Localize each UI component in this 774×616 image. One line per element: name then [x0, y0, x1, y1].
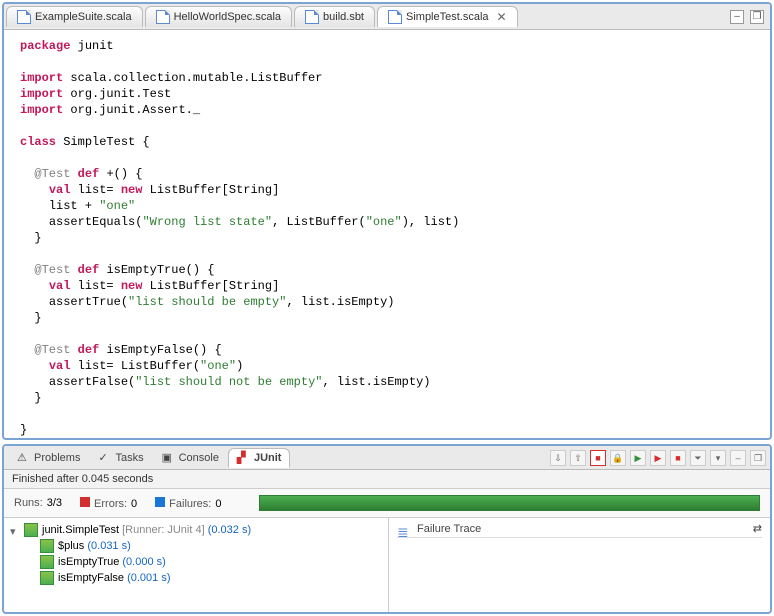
- tree-item[interactable]: isEmptyTrue (0.000 s): [10, 554, 382, 570]
- view-menu-icon[interactable]: ▾: [710, 450, 726, 466]
- show-failures-icon[interactable]: ■: [590, 450, 606, 466]
- tab-label: SimpleTest.scala: [406, 11, 489, 23]
- progress-bar: [259, 495, 760, 511]
- test-pass-icon: [40, 539, 54, 553]
- view-problems[interactable]: ⚠Problems: [8, 448, 89, 468]
- stack-icon: [397, 524, 411, 534]
- scroll-lock-icon[interactable]: 🔒: [610, 450, 626, 466]
- code-editor[interactable]: package junit import scala.collection.mu…: [4, 30, 770, 438]
- tab-label: ExampleSuite.scala: [35, 11, 132, 23]
- view-tab-bar: ⚠Problems ✓Tasks ▣Console ▞JUnit ⇩ ⇧ ■ 🔒…: [4, 446, 770, 470]
- tab-label: HelloWorldSpec.scala: [174, 11, 281, 23]
- file-icon: [156, 10, 170, 24]
- tab-examplesuite[interactable]: ExampleSuite.scala: [6, 6, 143, 27]
- editor-controls: – ❐: [730, 10, 770, 24]
- runs-count: Runs:3/3: [14, 497, 62, 509]
- tree-item[interactable]: $plus (0.031 s): [10, 538, 382, 554]
- view-tasks[interactable]: ✓Tasks: [89, 448, 152, 468]
- errors-count: Errors:0: [80, 497, 137, 510]
- file-icon: [17, 10, 31, 24]
- file-icon: [388, 10, 402, 24]
- editor-pane: ExampleSuite.scala HelloWorldSpec.scala …: [2, 2, 772, 440]
- error-icon: [80, 497, 90, 507]
- editor-tab-bar: ExampleSuite.scala HelloWorldSpec.scala …: [4, 4, 770, 30]
- test-pass-icon: [40, 555, 54, 569]
- tasks-icon: ✓: [98, 451, 112, 465]
- problems-icon: ⚠: [17, 451, 31, 465]
- junit-toolbar: ⇩ ⇧ ■ 🔒 ▶ ▶ ■ ⏷ ▾ – ❐: [550, 450, 766, 466]
- failure-trace-header: Failure Trace ⇄: [397, 522, 762, 538]
- status-line: Finished after 0.045 seconds: [4, 470, 770, 489]
- tab-build-sbt[interactable]: build.sbt: [294, 6, 375, 27]
- tab-helloworldspec[interactable]: HelloWorldSpec.scala: [145, 6, 292, 27]
- test-pass-icon: [40, 571, 54, 585]
- view-junit[interactable]: ▞JUnit: [228, 448, 291, 468]
- results-area: ▾ junit.SimpleTest [Runner: JUnit 4] (0.…: [4, 518, 770, 612]
- file-icon: [305, 10, 319, 24]
- junit-pane: ⚠Problems ✓Tasks ▣Console ▞JUnit ⇩ ⇧ ■ 🔒…: [2, 444, 772, 614]
- minimize-icon[interactable]: –: [730, 450, 746, 466]
- maximize-icon[interactable]: ❐: [750, 450, 766, 466]
- failure-icon: [155, 497, 165, 507]
- rerun-failed-icon[interactable]: ▶: [650, 450, 666, 466]
- history-icon[interactable]: ⏷: [690, 450, 706, 466]
- rerun-icon[interactable]: ▶: [630, 450, 646, 466]
- junit-icon: ▞: [237, 451, 251, 465]
- tab-label: build.sbt: [323, 11, 364, 23]
- tab-simpletest[interactable]: SimpleTest.scala ✕: [377, 6, 518, 27]
- prev-failure-icon[interactable]: ⇧: [570, 450, 586, 466]
- tree-root[interactable]: ▾ junit.SimpleTest [Runner: JUnit 4] (0.…: [10, 522, 382, 538]
- counts-row: Runs:3/3 Errors:0 Failures:0: [4, 489, 770, 518]
- keyword-package: package: [20, 39, 70, 53]
- failure-trace: Failure Trace ⇄: [389, 518, 770, 612]
- test-tree[interactable]: ▾ junit.SimpleTest [Runner: JUnit 4] (0.…: [4, 518, 389, 612]
- minimize-icon[interactable]: –: [730, 10, 744, 24]
- stop-icon[interactable]: ■: [670, 450, 686, 466]
- close-icon[interactable]: ✕: [497, 10, 507, 24]
- expand-icon[interactable]: ▾: [10, 525, 20, 535]
- compare-icon[interactable]: ⇄: [753, 522, 762, 535]
- console-icon: ▣: [162, 451, 176, 465]
- maximize-icon[interactable]: ❐: [750, 10, 764, 24]
- test-pass-icon: [24, 523, 38, 537]
- tree-item[interactable]: isEmptyFalse (0.001 s): [10, 570, 382, 586]
- next-failure-icon[interactable]: ⇩: [550, 450, 566, 466]
- failures-count: Failures:0: [155, 497, 221, 510]
- view-console[interactable]: ▣Console: [153, 448, 228, 468]
